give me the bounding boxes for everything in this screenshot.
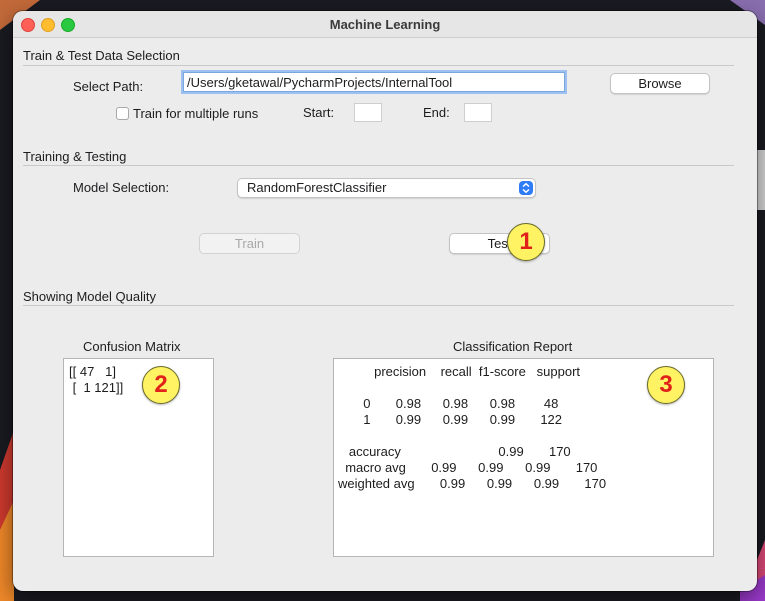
report-line: 1 0.99 0.99 0.99 122	[338, 412, 563, 427]
report-line: precision recall f1-score support	[338, 364, 581, 379]
select-arrows-icon	[519, 181, 533, 195]
browse-button[interactable]: Browse	[610, 73, 710, 94]
window-title: Machine Learning	[329, 17, 441, 32]
quality-section-title: Showing Model Quality	[23, 289, 156, 304]
report-line: 0 0.98 0.98 0.98 48	[338, 396, 559, 411]
end-label: End:	[423, 105, 450, 120]
train-button[interactable]: Train	[199, 233, 300, 254]
start-label: Start:	[303, 105, 335, 120]
multiple-runs-label: Train for multiple runs	[133, 106, 259, 121]
multiple-runs-checkbox[interactable]	[116, 107, 129, 120]
report-line: macro avg 0.99 0.99 0.99 170	[338, 460, 598, 475]
annotation-badge-2: 2	[142, 366, 180, 404]
confusion-matrix-title: Confusion Matrix	[83, 339, 181, 354]
confusion-row: [[ 47 1]	[69, 364, 116, 379]
select-path-label: Select Path:	[73, 79, 144, 94]
main-window: Machine Learning Train & Test Data Selec…	[13, 11, 757, 591]
confusion-row: [ 1 121]]	[69, 380, 124, 395]
annotation-badge-3: 3	[647, 366, 685, 404]
background-window-edge	[757, 150, 765, 210]
report-line: weighted avg 0.99 0.99 0.99 170	[338, 476, 607, 491]
title-bar: Machine Learning	[13, 11, 757, 38]
classification-report-title: Classification Report	[453, 339, 573, 354]
model-selection-label: Model Selection:	[73, 180, 170, 195]
start-input[interactable]	[354, 103, 382, 122]
section-divider	[23, 65, 734, 66]
annotation-badge-1: 1	[507, 223, 545, 261]
section-divider	[23, 165, 734, 166]
confusion-matrix-box[interactable]: [[ 47 1] [ 1 121]]	[63, 358, 214, 557]
model-select-value: RandomForestClassifier	[247, 180, 387, 195]
training-section-title: Training & Testing	[23, 149, 127, 164]
section-divider	[23, 305, 734, 306]
model-select[interactable]: RandomForestClassifier	[237, 178, 536, 198]
end-input[interactable]	[464, 103, 492, 122]
data-selection-section-title: Train & Test Data Selection	[23, 48, 180, 63]
report-line: accuracy 0.99 170	[338, 444, 571, 459]
path-input[interactable]: /Users/gketawal/PycharmProjects/Internal…	[183, 72, 565, 92]
